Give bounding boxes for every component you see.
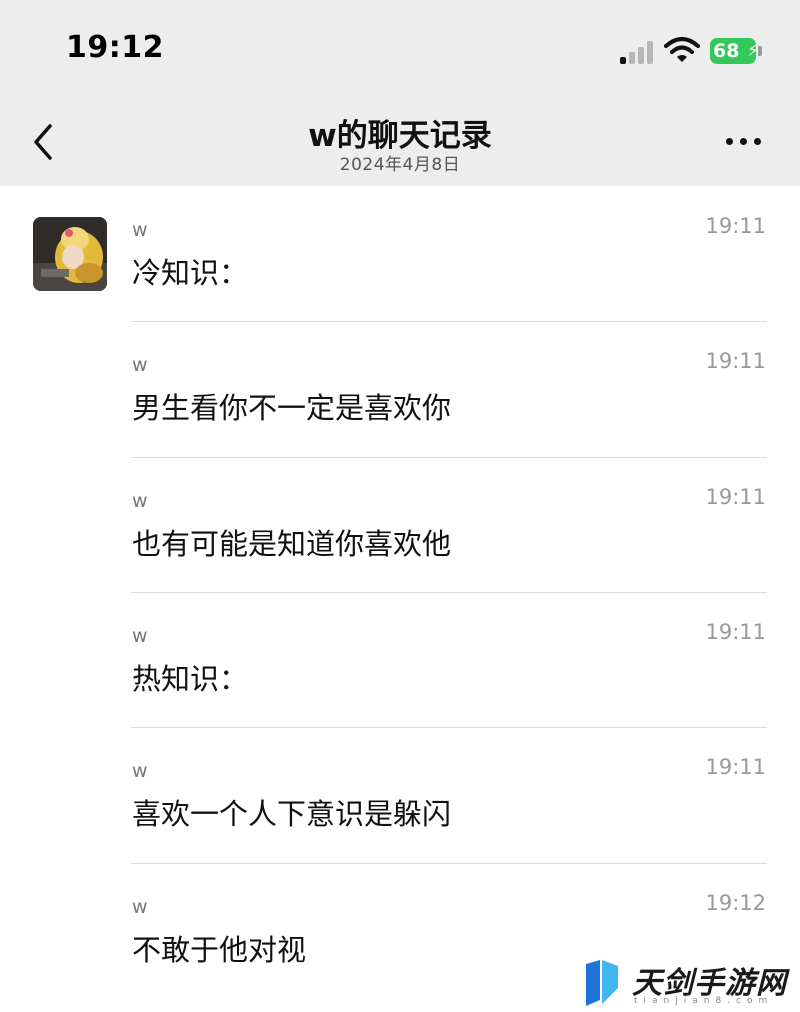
list-item[interactable]: w 19:11 男生看你不一定是喜欢你 <box>0 321 800 456</box>
message-text: 喜欢一个人下意识是躲闪 <box>132 797 452 831</box>
page-subtitle-date: 2024年4月8日 <box>339 155 461 175</box>
message-time: 19:12 <box>705 891 766 915</box>
wifi-icon <box>664 37 700 62</box>
page-title: w的聊天记录 <box>308 118 492 154</box>
list-item[interactable]: w 19:11 冷知识： <box>0 186 800 321</box>
message-sender: w <box>132 490 148 512</box>
top-bar: 19:12 68 ⚡ w的聊天记录 2024年4月8日 <box>0 0 800 186</box>
message-sender: w <box>132 896 148 918</box>
message-text: 也有可能是知道你喜欢他 <box>132 527 452 561</box>
battery-cap <box>758 46 762 56</box>
more-button[interactable] <box>722 126 766 156</box>
message-time: 19:11 <box>705 214 766 238</box>
message-sender: w <box>132 219 148 241</box>
message-text: 热知识： <box>132 662 249 696</box>
list-item[interactable]: w 19:11 热知识： <box>0 592 800 727</box>
message-text: 男生看你不一定是喜欢你 <box>132 391 452 425</box>
list-item[interactable]: w 19:11 也有可能是知道你喜欢他 <box>0 457 800 592</box>
message-time: 19:11 <box>705 620 766 644</box>
message-text: 冷知识： <box>132 256 249 290</box>
battery-icon: 68 ⚡ <box>710 38 762 64</box>
message-sender: w <box>132 760 148 782</box>
message-time: 19:11 <box>705 485 766 509</box>
message-sender: w <box>132 354 148 376</box>
watermark: 天剑手游网 tianjian8.com <box>580 956 800 1012</box>
message-text: 不敢于他对视 <box>132 933 307 967</box>
status-time: 19:12 <box>66 30 164 65</box>
message-time: 19:11 <box>705 755 766 779</box>
message-time: 19:11 <box>705 349 766 373</box>
watermark-url: tianjian8.com <box>634 996 774 1006</box>
cellular-signal-icon <box>620 40 656 64</box>
message-sender: w <box>132 625 148 647</box>
list-item[interactable]: w 19:11 喜欢一个人下意识是躲闪 <box>0 727 800 862</box>
watermark-logo-icon <box>586 960 618 1006</box>
